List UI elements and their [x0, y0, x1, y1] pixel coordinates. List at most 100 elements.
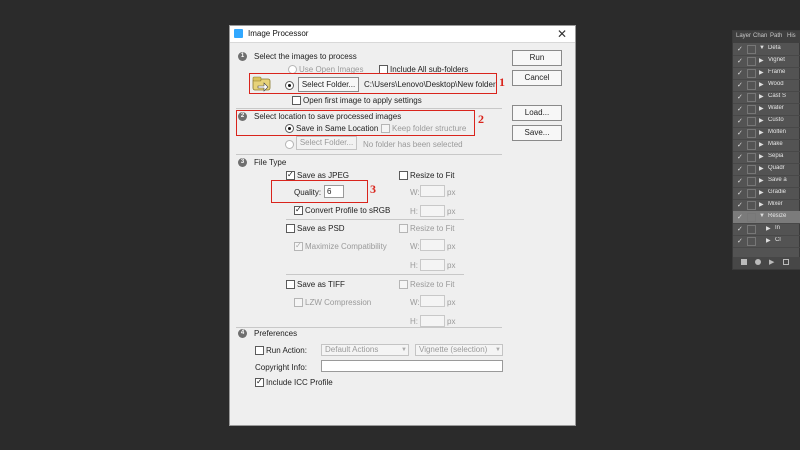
select-output-folder-radio[interactable]: [285, 140, 294, 149]
no-folder-label: No folder has been selected: [363, 140, 463, 149]
maximize-compat-label: Maximize Compatibility: [305, 242, 387, 251]
tiff-height-input[interactable]: [420, 315, 445, 327]
chevron-right-icon[interactable]: ▶: [759, 165, 764, 172]
dialog-toggle[interactable]: [747, 141, 756, 150]
action-step-row[interactable]: ✓ ▶ Cl: [733, 235, 800, 248]
chevron-down-icon[interactable]: ▼: [759, 213, 765, 219]
convert-srgb-checkbox[interactable]: [294, 205, 303, 215]
chevron-right-icon[interactable]: ▶: [759, 141, 764, 148]
action-name: Vignet: [768, 57, 785, 63]
px-label: px: [447, 298, 456, 307]
record-icon[interactable]: [755, 259, 761, 265]
tab-channels[interactable]: Chan: [753, 33, 767, 39]
action-set-select[interactable]: Default Actions ▼: [321, 344, 409, 356]
play-icon[interactable]: ▶: [769, 258, 774, 266]
open-first-image-checkbox[interactable]: [292, 96, 301, 105]
section-1-heading: Select the images to process: [254, 52, 357, 61]
run-button[interactable]: Run: [512, 50, 562, 66]
tab-layers[interactable]: Layer: [736, 33, 751, 39]
save-tiff-checkbox[interactable]: [286, 280, 295, 289]
tab-history[interactable]: His: [787, 33, 796, 39]
dialog-toggle[interactable]: [747, 57, 756, 66]
run-action-checkbox[interactable]: [255, 346, 264, 355]
chevron-right-icon[interactable]: ▶: [759, 69, 764, 76]
dialog-toggle[interactable]: [747, 93, 756, 102]
checkmark-icon: ✓: [737, 118, 743, 125]
jpeg-height-input[interactable]: [420, 205, 445, 217]
load-button[interactable]: Load...: [512, 105, 562, 121]
dialog-toggle[interactable]: [747, 153, 756, 162]
chevron-right-icon[interactable]: ▶: [759, 201, 764, 208]
save-psd-checkbox[interactable]: [286, 224, 295, 233]
action-name: Mixer: [768, 201, 783, 207]
annotation-box-3: [271, 180, 368, 203]
dialog-toggle[interactable]: [747, 165, 756, 174]
tiff-resize-checkbox[interactable]: [399, 280, 408, 289]
dialog-toggle[interactable]: [747, 189, 756, 198]
action-name-value: Vignette (selection): [419, 345, 488, 354]
actions-panel: Layer Chan Path His ✓ ▼ Defa ✓ ▶ Vignet ✓ ▶ Fr…: [732, 30, 800, 270]
dialog-toggle[interactable]: [747, 213, 756, 222]
chevron-right-icon[interactable]: ▶: [766, 237, 771, 244]
checkmark-icon: ✓: [737, 202, 743, 209]
separator: [286, 274, 464, 275]
chevron-down-icon[interactable]: ▼: [759, 45, 765, 51]
chevron-right-icon[interactable]: ▶: [759, 81, 764, 88]
dialog-toggle[interactable]: [747, 237, 756, 246]
save-tiff-label: Save as TIFF: [297, 280, 345, 289]
chevron-right-icon[interactable]: ▶: [766, 225, 771, 232]
tiff-width-label: W:: [410, 298, 420, 307]
chevron-right-icon[interactable]: ▶: [759, 153, 764, 160]
chevron-right-icon[interactable]: ▶: [759, 105, 764, 112]
close-icon[interactable]: ✕: [557, 26, 567, 42]
action-name: Custo: [768, 117, 784, 123]
dialog-toggle[interactable]: [747, 117, 756, 126]
action-name: Quadr: [768, 165, 785, 171]
dialog-toggle[interactable]: [747, 45, 756, 54]
separator: [236, 154, 502, 155]
copyright-label: Copyright Info:: [255, 363, 308, 372]
chevron-right-icon[interactable]: ▶: [759, 57, 764, 64]
chevron-down-icon: ▼: [495, 347, 501, 353]
psd-width-input[interactable]: [420, 239, 445, 251]
action-name-select[interactable]: Vignette (selection) ▼: [415, 344, 503, 356]
tab-paths[interactable]: Path: [770, 33, 782, 39]
psd-resize-checkbox[interactable]: [399, 224, 408, 233]
dialog-toggle[interactable]: [747, 69, 756, 78]
save-button[interactable]: Save...: [512, 125, 562, 141]
dialog-toggle[interactable]: [747, 81, 756, 90]
section-3-number: 3: [238, 158, 247, 167]
tiff-width-input[interactable]: [420, 295, 445, 307]
stop-icon[interactable]: [741, 259, 747, 265]
section-3-heading: File Type: [254, 158, 287, 167]
maximize-compat-checkbox[interactable]: [294, 241, 303, 251]
save-jpeg-checkbox[interactable]: [286, 170, 295, 180]
jpeg-resize-checkbox[interactable]: [399, 171, 408, 180]
include-icc-checkbox[interactable]: [255, 377, 264, 387]
chevron-right-icon[interactable]: ▶: [759, 93, 764, 100]
dialog-toggle[interactable]: [747, 201, 756, 210]
chevron-right-icon[interactable]: ▶: [759, 117, 764, 124]
jpeg-width-label: W:: [410, 188, 420, 197]
new-action-icon[interactable]: [783, 259, 789, 265]
select-output-folder-button[interactable]: Select Folder...: [296, 136, 357, 150]
action-step-name: In: [775, 225, 781, 231]
action-name: Make: [768, 141, 783, 147]
dialog-toggle[interactable]: [747, 129, 756, 138]
psd-resize-label: Resize to Fit: [410, 224, 455, 233]
psd-height-input[interactable]: [420, 259, 445, 271]
action-name: Frame: [768, 69, 786, 75]
chevron-right-icon[interactable]: ▶: [759, 177, 764, 184]
chevron-right-icon[interactable]: ▶: [759, 189, 764, 196]
dialog-toggle[interactable]: [747, 177, 756, 186]
chevron-right-icon[interactable]: ▶: [759, 129, 764, 136]
jpeg-width-input[interactable]: [420, 185, 445, 197]
dialog-toggle[interactable]: [747, 105, 756, 114]
lzw-checkbox[interactable]: [294, 298, 303, 307]
dialog-toggle[interactable]: [747, 225, 756, 234]
action-name: Defa: [768, 45, 781, 51]
cancel-button[interactable]: Cancel: [512, 70, 562, 86]
checkmark-icon: ✓: [737, 94, 743, 101]
separator: [286, 219, 464, 220]
copyright-input[interactable]: [321, 360, 503, 372]
